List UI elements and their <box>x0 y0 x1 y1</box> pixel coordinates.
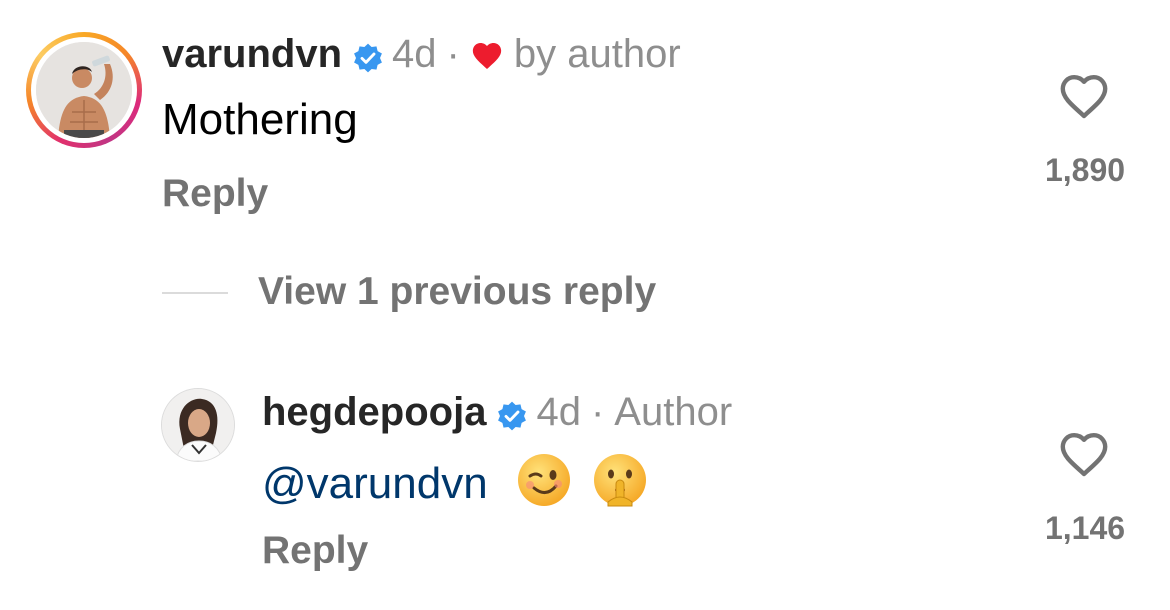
author-liked-heart-icon <box>470 37 504 71</box>
like-button[interactable] <box>1058 72 1110 125</box>
like-count: 1,890 <box>1044 152 1126 188</box>
like-button[interactable] <box>1058 430 1110 483</box>
separator: · <box>446 32 460 76</box>
comment-text: Mothering <box>162 95 358 144</box>
verified-badge-icon <box>352 38 384 73</box>
separator: · <box>590 390 605 434</box>
username[interactable]: varundvn <box>162 31 342 77</box>
shushing-face-emoji-icon <box>592 452 648 508</box>
avatar[interactable] <box>162 389 234 461</box>
avatar-frame <box>31 37 137 143</box>
reply-header: hegdepooja 4d · Author <box>262 389 732 435</box>
reply-button[interactable]: Reply <box>162 172 268 216</box>
username[interactable]: hegdepooja <box>262 389 486 435</box>
comment-header: varundvn 4d · by author <box>162 31 681 77</box>
story-ring[interactable] <box>26 32 142 148</box>
winking-face-emoji-icon <box>516 452 572 508</box>
mention-link[interactable]: @varundvn <box>262 459 488 508</box>
reply-time: 4d <box>536 390 581 434</box>
verified-badge-icon <box>496 396 528 431</box>
author-badge: Author <box>614 390 733 434</box>
heart-outline-icon <box>1060 433 1108 477</box>
heart-outline-icon <box>1060 75 1108 119</box>
reply-text: @varundvn <box>262 452 648 509</box>
reply-button[interactable]: Reply <box>262 529 368 573</box>
thread-divider <box>162 292 228 294</box>
view-previous-replies-button[interactable]: View 1 previous reply <box>258 270 656 314</box>
like-count: 1,146 <box>1044 510 1126 546</box>
comment-time: 4d <box>392 32 437 76</box>
liked-by-author-label: by author <box>513 32 681 76</box>
avatar[interactable] <box>36 42 132 138</box>
